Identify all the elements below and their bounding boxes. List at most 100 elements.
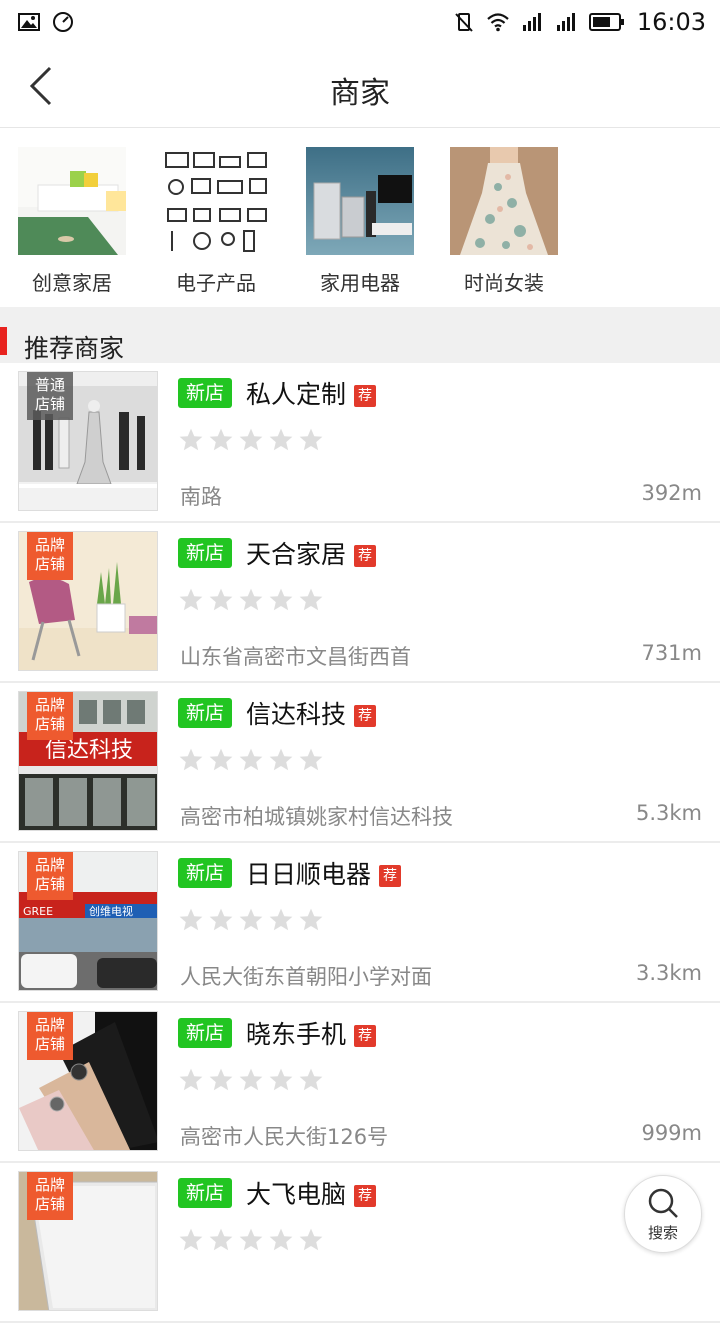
category-label: 电子产品 xyxy=(176,271,256,295)
store-thumbnail: 品牌 店铺 xyxy=(18,1011,158,1151)
star-icon xyxy=(209,428,233,451)
store-name: 天合家居荐 xyxy=(246,535,377,571)
store-name: 私人定制荐 xyxy=(246,375,377,411)
store-list: 普通 店铺 新店 私人定制荐 南路 392m 品牌 店铺 新店 天合家居荐 山东… xyxy=(0,363,720,1323)
category-bar: 创意家居 电子产品 家用电器 时尚女装 xyxy=(0,129,720,307)
search-fab-label: 搜索 xyxy=(647,1223,678,1242)
store-name-text: 大飞电脑 xyxy=(246,1180,347,1209)
star-icon xyxy=(299,908,323,931)
star-icon xyxy=(299,588,323,611)
store-item[interactable]: 品牌 店铺 新店 晓东手机荐 高密市人民大街126号 999m xyxy=(0,1003,720,1163)
store-type-badge: 品牌 店铺 xyxy=(27,1012,73,1060)
star-icon xyxy=(209,1068,233,1091)
store-item[interactable]: 普通 店铺 新店 私人定制荐 南路 392m xyxy=(0,363,720,523)
store-address: 南路 xyxy=(180,485,222,509)
rating-stars xyxy=(178,1227,324,1253)
star-icon xyxy=(209,908,233,931)
star-icon xyxy=(269,588,293,611)
store-name-text: 日日顺电器 xyxy=(246,860,372,889)
shop-sign-text: GREE xyxy=(23,905,53,918)
star-icon xyxy=(299,428,323,451)
store-name-text: 晓东手机 xyxy=(246,1020,347,1049)
category-home-appliances[interactable]: 家用电器 xyxy=(306,147,414,296)
store-address: 山东省高密市文昌街西首 xyxy=(180,645,411,669)
category-womens-fashion[interactable]: 时尚女装 xyxy=(450,147,558,296)
signal-icon xyxy=(522,13,541,31)
store-distance: 731m xyxy=(641,641,702,665)
recommend-tag: 荐 xyxy=(379,865,402,887)
store-address: 人民大街东首朝阳小学对面 xyxy=(180,965,432,989)
rating-stars xyxy=(178,587,324,613)
header: 商家 xyxy=(0,44,720,128)
star-icon xyxy=(299,748,323,771)
page-title: 商家 xyxy=(330,76,390,111)
store-name-text: 私人定制 xyxy=(246,380,347,409)
status-time: 16:03 xyxy=(636,8,706,36)
category-label: 家用电器 xyxy=(320,271,400,295)
speedometer-icon xyxy=(53,12,73,32)
shop-sign-text: 信达科技 xyxy=(45,738,133,763)
category-label: 时尚女装 xyxy=(464,271,544,295)
category-image xyxy=(162,147,270,255)
section-accent-bar xyxy=(0,327,7,355)
wifi-icon xyxy=(487,13,509,32)
category-image xyxy=(450,147,558,255)
section-header: 推荐商家 xyxy=(0,307,720,363)
store-name-text: 信达科技 xyxy=(246,700,347,729)
star-icon xyxy=(179,428,203,451)
store-name: 晓东手机荐 xyxy=(246,1015,377,1051)
star-icon xyxy=(239,748,263,771)
new-store-tag: 新店 xyxy=(178,858,233,888)
recommend-tag: 荐 xyxy=(354,705,377,727)
star-icon xyxy=(269,1228,293,1251)
store-address: 高密市柏城镇姚家村信达科技 xyxy=(180,805,453,829)
star-icon xyxy=(299,1068,323,1091)
store-distance: 3.3km xyxy=(635,961,702,985)
recommend-tag: 荐 xyxy=(354,545,377,567)
recommend-tag: 荐 xyxy=(354,1025,377,1047)
category-image xyxy=(306,147,414,255)
search-fab-button[interactable]: 搜索 xyxy=(624,1175,702,1253)
category-label: 创意家居 xyxy=(32,271,112,295)
star-icon xyxy=(239,908,263,931)
star-icon xyxy=(269,1068,293,1091)
star-icon xyxy=(179,1228,203,1251)
star-icon xyxy=(179,1068,203,1091)
store-thumbnail: 普通 店铺 xyxy=(18,371,158,511)
signal-icon xyxy=(556,13,575,31)
category-creative-home[interactable]: 创意家居 xyxy=(18,147,126,296)
category-electronics[interactable]: 电子产品 xyxy=(162,147,270,296)
rating-stars xyxy=(178,747,324,773)
star-icon xyxy=(269,428,293,451)
store-thumbnail: 品牌 店铺 xyxy=(18,1171,158,1311)
store-distance: 5.3km xyxy=(635,801,702,825)
new-store-tag: 新店 xyxy=(178,538,233,568)
store-type-badge: 品牌 店铺 xyxy=(27,692,73,740)
shop-sign-text: 创维电视 xyxy=(89,904,133,918)
rating-stars xyxy=(178,907,324,933)
category-image xyxy=(18,147,126,255)
vibrate-icon xyxy=(455,13,473,32)
image-icon xyxy=(18,13,40,31)
recommend-tag: 荐 xyxy=(354,1185,377,1207)
new-store-tag: 新店 xyxy=(178,1018,233,1048)
store-type-badge: 普通 店铺 xyxy=(27,372,73,420)
search-icon xyxy=(648,1188,678,1218)
store-item[interactable]: 品牌 店铺 新店 大飞电脑荐 xyxy=(0,1163,720,1323)
store-distance: 392m xyxy=(641,481,702,505)
new-store-tag: 新店 xyxy=(178,1178,233,1208)
recommend-tag: 荐 xyxy=(354,385,377,407)
star-icon xyxy=(209,1228,233,1251)
star-icon xyxy=(299,1228,323,1251)
store-type-badge: 品牌 店铺 xyxy=(27,852,73,900)
store-thumbnail: GREE 创维电视 品牌 店铺 xyxy=(18,851,158,991)
store-thumbnail: 信达科技 品牌 店铺 xyxy=(18,691,158,831)
star-icon xyxy=(209,588,233,611)
star-icon xyxy=(269,908,293,931)
store-item[interactable]: 品牌 店铺 新店 天合家居荐 山东省高密市文昌街西首 731m xyxy=(0,523,720,683)
store-item[interactable]: 信达科技 品牌 店铺 新店 信达科技荐 高密市柏城镇姚家村信达科技 5.3km xyxy=(0,683,720,843)
status-bar: 16:03 xyxy=(0,0,720,44)
store-type-badge: 品牌 店铺 xyxy=(27,532,73,580)
store-item[interactable]: GREE 创维电视 品牌 店铺 新店 日日顺电器荐 人民大街东首朝阳小学对面 3… xyxy=(0,843,720,1003)
section-title: 推荐商家 xyxy=(24,334,125,363)
